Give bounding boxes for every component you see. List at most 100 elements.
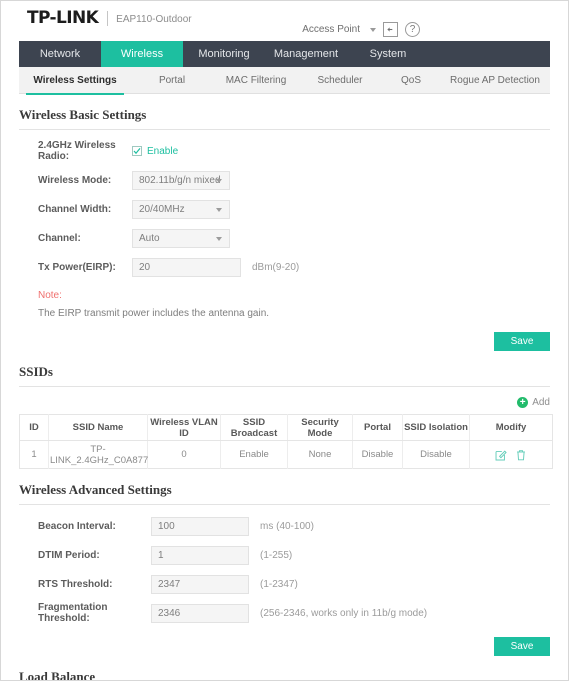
- label-beacon-interval: Beacon Interval:: [19, 521, 151, 532]
- field-row-wireless-mode: Wireless Mode: 802.11b/g/n mixed: [19, 169, 550, 191]
- hint-rts-threshold: (1-2347): [260, 579, 298, 590]
- channel-value: Auto: [139, 233, 160, 244]
- ssids-table: ID SSID Name Wireless VLAN ID SSID Broad…: [19, 414, 553, 469]
- logout-icon[interactable]: [383, 22, 398, 37]
- chevron-down-icon: [370, 28, 376, 32]
- divider: [19, 504, 550, 505]
- page-content: Wireless Basic Settings 2.4GHz Wireless …: [1, 94, 568, 681]
- cell-ssid-name: TP-LINK_2.4GHz_C0A877: [49, 441, 148, 469]
- wireless-mode-select[interactable]: 802.11b/g/n mixed: [132, 171, 230, 190]
- divider: [19, 386, 550, 387]
- cell-isolation: Disable: [403, 441, 470, 469]
- col-ssid-isolation: SSID Isolation: [403, 415, 470, 441]
- nav-label: Wireless: [121, 48, 163, 60]
- subnav-item-mac-filtering[interactable]: MAC Filtering: [213, 67, 299, 94]
- save-button-advanced[interactable]: Save: [494, 637, 550, 656]
- section-title-ssids: SSIDs: [19, 351, 550, 386]
- col-id: ID: [20, 415, 49, 441]
- subnav-label: MAC Filtering: [226, 75, 287, 86]
- router-admin-page: TP-LINK EAP110-Outdoor Access Point ? Ne…: [0, 0, 569, 681]
- field-row-channel-width: Channel Width: 20/40MHz: [19, 198, 550, 220]
- field-row-beacon-interval: Beacon Interval: ms (40-100): [19, 515, 550, 537]
- divider: [19, 129, 550, 130]
- subnav-item-wireless-settings[interactable]: Wireless Settings: [19, 67, 131, 94]
- section-title-wireless-advanced: Wireless Advanced Settings: [19, 469, 550, 504]
- hint-fragmentation-threshold: (256-2346, works only in 11b/g mode): [260, 608, 427, 619]
- label-channel: Channel:: [19, 233, 132, 244]
- nav-item-monitoring[interactable]: Monitoring: [183, 41, 265, 67]
- help-icon[interactable]: ?: [405, 22, 420, 37]
- operation-mode-label: Access Point: [302, 24, 360, 35]
- field-row-rts-threshold: RTS Threshold: (1-2347): [19, 573, 550, 595]
- save-row-advanced: Save: [19, 637, 550, 656]
- brand: TP-LINK EAP110-Outdoor: [27, 8, 192, 28]
- brand-divider: [107, 11, 108, 26]
- subnav-item-scheduler[interactable]: Scheduler: [299, 67, 381, 94]
- channel-select[interactable]: Auto: [132, 229, 230, 248]
- label-tx-power: Tx Power(EIRP):: [19, 262, 132, 273]
- nav-item-management[interactable]: Management: [265, 41, 347, 67]
- wireless-radio-checkbox[interactable]: Enable: [132, 146, 178, 157]
- hint-dtim-period: (1-255): [260, 550, 292, 561]
- tx-power-input[interactable]: [132, 258, 241, 277]
- page-header: TP-LINK EAP110-Outdoor Access Point ?: [1, 1, 568, 41]
- field-row-dtim-period: DTIM Period: (1-255): [19, 544, 550, 566]
- delete-icon[interactable]: [515, 449, 527, 461]
- cell-vlan: 0: [148, 441, 221, 469]
- dtim-period-input[interactable]: [151, 546, 249, 565]
- chevron-down-icon: [216, 237, 222, 241]
- cell-security: None: [288, 441, 353, 469]
- label-rts-threshold: RTS Threshold:: [19, 579, 151, 590]
- device-model: EAP110-Outdoor: [116, 11, 191, 25]
- label-channel-width: Channel Width:: [19, 204, 132, 215]
- cell-id: 1: [20, 441, 49, 469]
- label-wireless-radio: 2.4GHz Wireless Radio:: [19, 140, 132, 162]
- wireless-mode-value: 802.11b/g/n mixed: [139, 175, 221, 186]
- hint-beacon-interval: ms (40-100): [260, 521, 314, 532]
- add-label: Add: [532, 397, 550, 408]
- help-glyph: ?: [410, 25, 416, 35]
- modify-actions: [471, 449, 551, 461]
- save-row-basic: Save: [19, 332, 550, 351]
- col-ssid-name: SSID Name: [49, 415, 148, 441]
- fragmentation-threshold-input[interactable]: [151, 604, 249, 623]
- rts-threshold-input[interactable]: [151, 575, 249, 594]
- nav-label: Monitoring: [198, 48, 249, 60]
- section-title-wireless-basic: Wireless Basic Settings: [19, 94, 550, 129]
- section-title-load-balance: Load Balance: [19, 656, 550, 681]
- hint-tx-power: dBm(9-20): [252, 262, 299, 273]
- nav-item-system[interactable]: System: [347, 41, 429, 67]
- operation-mode-select[interactable]: Access Point: [302, 24, 376, 35]
- checkbox-checked-icon: [132, 146, 142, 156]
- field-row-channel: Channel: Auto: [19, 227, 550, 249]
- label-wireless-mode: Wireless Mode:: [19, 175, 132, 186]
- field-row-tx-power: Tx Power(EIRP): dBm(9-20): [19, 256, 550, 278]
- edit-icon[interactable]: [495, 449, 507, 461]
- subnav-item-portal[interactable]: Portal: [131, 67, 213, 94]
- channel-width-select[interactable]: 20/40MHz: [132, 200, 230, 219]
- nav-item-wireless[interactable]: Wireless: [101, 41, 183, 67]
- tplink-logo: TP-LINK: [27, 8, 98, 28]
- col-modify: Modify: [470, 415, 553, 441]
- subnav-item-qos[interactable]: QoS: [381, 67, 441, 94]
- col-wireless-vlan-id: Wireless VLAN ID: [148, 415, 221, 441]
- add-ssid-button[interactable]: + Add: [517, 397, 550, 408]
- note-text: The EIRP transmit power includes the ant…: [19, 308, 550, 319]
- note-title: Note:: [19, 290, 550, 301]
- chevron-down-icon: [216, 179, 222, 183]
- subnav-label: Scheduler: [317, 75, 362, 86]
- sub-navigation: Wireless Settings Portal MAC Filtering S…: [19, 67, 550, 94]
- field-row-fragmentation-threshold: Fragmentation Threshold: (256-2346, work…: [19, 602, 550, 624]
- subnav-label: Wireless Settings: [33, 75, 116, 86]
- subnav-item-rogue-ap-detection[interactable]: Rogue AP Detection: [441, 67, 549, 94]
- beacon-interval-input[interactable]: [151, 517, 249, 536]
- nav-label: Network: [40, 48, 80, 60]
- nav-item-network[interactable]: Network: [19, 41, 101, 67]
- subnav-label: QoS: [401, 75, 421, 86]
- save-button-basic[interactable]: Save: [494, 332, 550, 351]
- table-row: 1 TP-LINK_2.4GHz_C0A877 0 Enable None Di…: [20, 441, 553, 469]
- header-controls: Access Point ?: [302, 22, 420, 37]
- chevron-down-icon: [216, 208, 222, 212]
- label-fragmentation-threshold: Fragmentation Threshold:: [19, 602, 151, 624]
- cell-modify: [470, 441, 553, 469]
